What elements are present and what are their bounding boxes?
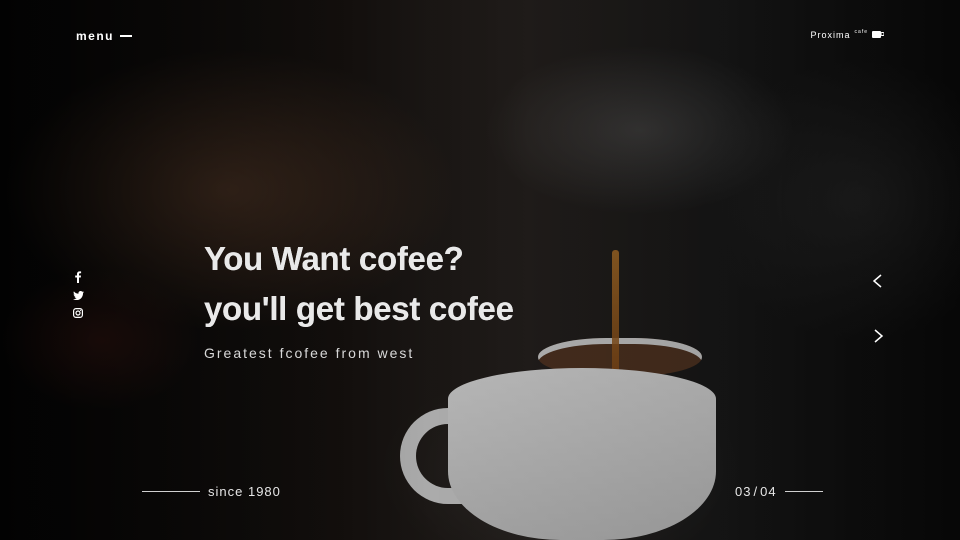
current-slide: 03 [735, 484, 752, 499]
since-label: since 1980 [142, 484, 281, 499]
slide-counter: 03/04 [735, 484, 823, 499]
headline-line-2: you'll get best cofee [204, 284, 514, 334]
chevron-left-icon[interactable] [871, 274, 885, 288]
menu-dash-icon [120, 35, 133, 37]
chevron-right-icon[interactable] [871, 329, 885, 343]
brand-name: Proxima [810, 30, 851, 40]
brand-logo[interactable]: Proxima cafe [810, 29, 885, 40]
total-slides: 04 [760, 484, 777, 499]
menu-label: menu [76, 29, 115, 43]
divider-line [784, 491, 823, 492]
slide-separator: / [753, 484, 759, 499]
since-text: since 1980 [208, 484, 281, 499]
facebook-icon[interactable] [72, 271, 84, 283]
hero-headline: You Want cofee? you'll get best cofee [204, 234, 514, 334]
coffee-cup-icon [872, 31, 885, 40]
hero-subtitle: Greatest fcofee from west [204, 345, 415, 361]
brand-superscript: cafe [854, 29, 868, 35]
headline-line-1: You Want cofee? [204, 234, 514, 284]
divider-line [142, 491, 200, 492]
menu-button[interactable]: menu [76, 29, 133, 43]
twitter-icon[interactable] [72, 289, 84, 301]
instagram-icon[interactable] [72, 307, 84, 319]
social-links [72, 271, 84, 319]
